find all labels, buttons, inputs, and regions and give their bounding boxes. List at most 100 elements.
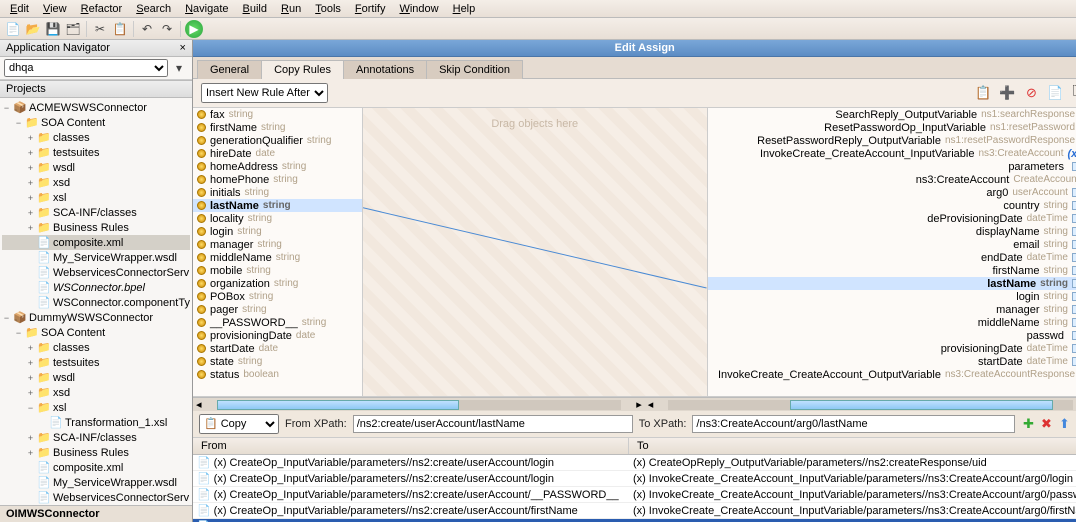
source-node[interactable]: __PASSWORD__ string: [193, 316, 362, 329]
target-node[interactable]: passwd ⊞: [708, 329, 1076, 342]
source-node[interactable]: pager string: [193, 303, 362, 316]
target-node[interactable]: SearchReply_OutputVariable ns1:searchRes…: [708, 108, 1076, 121]
source-node[interactable]: state string: [193, 355, 362, 368]
source-node[interactable]: hireDate date: [193, 147, 362, 160]
rule-row[interactable]: 📄(x)CreateOp_InputVariable/parameters//n…: [193, 487, 1076, 503]
tree-node[interactable]: 📄composite.xml: [2, 460, 190, 475]
rule-row[interactable]: 📄(x)CreateOp_InputVariable/parameters//n…: [193, 503, 1076, 519]
tree-node[interactable]: −📁SOA Content: [2, 115, 190, 130]
tree-node[interactable]: −📦ACMEWSWSConnector: [2, 100, 190, 115]
new-icon[interactable]: 📄: [4, 20, 22, 38]
target-node[interactable]: email string ⊞: [708, 238, 1076, 251]
source-node[interactable]: generationQualifier string: [193, 134, 362, 147]
source-node[interactable]: manager string: [193, 238, 362, 251]
tree-node[interactable]: +📁Business Rules: [2, 445, 190, 460]
source-node[interactable]: locality string: [193, 212, 362, 225]
remove-rule-icon[interactable]: ✖: [1039, 416, 1055, 432]
tab-annotations[interactable]: Annotations: [343, 60, 427, 79]
tree-node[interactable]: +📁wsdl: [2, 370, 190, 385]
tree-node[interactable]: 📄WebservicesConnectorServ: [2, 265, 190, 280]
source-node[interactable]: firstName string: [193, 121, 362, 134]
tool-icon-4[interactable]: 📄: [1047, 84, 1065, 102]
menu-edit[interactable]: Edit: [4, 2, 35, 15]
app-dropdown-icon[interactable]: ▾: [170, 59, 188, 77]
delete-icon[interactable]: ⊘: [1023, 84, 1041, 102]
add-rule-icon[interactable]: ✚: [1021, 416, 1037, 432]
run-icon[interactable]: ▶: [185, 20, 203, 38]
target-node[interactable]: startDate dateTime ⊞: [708, 355, 1076, 368]
source-node[interactable]: status boolean: [193, 368, 362, 381]
tree-node[interactable]: 📄Transformation_1.xsl: [2, 415, 190, 430]
target-node[interactable]: country string ⊞: [708, 199, 1076, 212]
tool-icon-1[interactable]: 📋: [975, 84, 993, 102]
from-xpath-input[interactable]: [353, 415, 633, 433]
tree-node[interactable]: +📁classes: [2, 130, 190, 145]
add-icon[interactable]: ➕: [999, 84, 1017, 102]
tree-node[interactable]: −📁SOA Content: [2, 325, 190, 340]
menu-tools[interactable]: Tools: [309, 2, 347, 15]
target-node[interactable]: endDate dateTime ⊞: [708, 251, 1076, 264]
to-xpath-input[interactable]: [692, 415, 1014, 433]
target-node[interactable]: lastName string ⊞: [708, 277, 1076, 290]
tree-node[interactable]: +📁xsd: [2, 175, 190, 190]
source-node[interactable]: homeAddress string: [193, 160, 362, 173]
target-node[interactable]: middleName string ⊞: [708, 316, 1076, 329]
source-node[interactable]: organization string: [193, 277, 362, 290]
cut-icon[interactable]: ✂: [91, 20, 109, 38]
menu-fortify[interactable]: Fortify: [349, 2, 392, 15]
close-icon[interactable]: ×: [180, 42, 186, 54]
source-node[interactable]: initials string: [193, 186, 362, 199]
tree-node[interactable]: +📁testsuites: [2, 355, 190, 370]
menu-view[interactable]: View: [37, 2, 73, 15]
tree-node[interactable]: +📁testsuites: [2, 145, 190, 160]
tree-node[interactable]: +📁SCA-INF/classes: [2, 430, 190, 445]
target-node[interactable]: ResetPasswordReply_OutputVariable ns1:re…: [708, 134, 1076, 147]
tree-node[interactable]: +📁Business Rules: [2, 220, 190, 235]
target-node[interactable]: ns3:CreateAccount CreateAccount: [708, 173, 1076, 186]
tree-node[interactable]: +📁wsdl: [2, 160, 190, 175]
tree-node[interactable]: 📄My_ServiceWrapper.wsdl: [2, 250, 190, 265]
tab-copy-rules[interactable]: Copy Rules: [261, 60, 344, 79]
application-select[interactable]: dhqa: [4, 59, 168, 77]
target-node[interactable]: InvokeCreate_CreateAccount_InputVariable…: [708, 147, 1076, 160]
tree-node[interactable]: 📄composite.xml: [2, 235, 190, 250]
tree-node[interactable]: +📁SCA-INF/classes: [2, 205, 190, 220]
source-node[interactable]: POBox string: [193, 290, 362, 303]
target-node[interactable]: manager string ⊞: [708, 303, 1076, 316]
target-node[interactable]: displayName string ⊞: [708, 225, 1076, 238]
operation-select[interactable]: 📋 Copy: [199, 414, 279, 434]
tab-skip-condition[interactable]: Skip Condition: [426, 60, 523, 79]
mapper-target-tree[interactable]: SearchReply_OutputVariable ns1:searchRes…: [707, 108, 1076, 396]
source-node[interactable]: middleName string: [193, 251, 362, 264]
tree-node[interactable]: +📁classes: [2, 340, 190, 355]
target-node[interactable]: deProvisioningDate dateTime ⊞: [708, 212, 1076, 225]
mapper-hscroll[interactable]: ◂▸ ◂▸: [193, 397, 1076, 411]
tree-node[interactable]: 📄WSConnector.bpel: [2, 280, 190, 295]
project-tree[interactable]: −📦ACMEWSWSConnector−📁SOA Content+📁classe…: [0, 98, 192, 505]
tree-node[interactable]: +📁xsd: [2, 385, 190, 400]
source-node[interactable]: provisioningDate date: [193, 329, 362, 342]
source-node[interactable]: fax string: [193, 108, 362, 121]
menu-help[interactable]: Help: [447, 2, 482, 15]
mapper-canvas[interactable]: Drag objects here: [363, 108, 707, 396]
source-node[interactable]: startDate date: [193, 342, 362, 355]
tab-general[interactable]: General: [197, 60, 262, 79]
target-node[interactable]: arg0 userAccount ⊟: [708, 186, 1076, 199]
tool-icon-5[interactable]: 🗔: [1071, 84, 1076, 102]
target-node[interactable]: parameters ⊟: [708, 160, 1076, 173]
target-node[interactable]: InvokeCreate_CreateAccount_OutputVariabl…: [708, 368, 1076, 381]
menu-window[interactable]: Window: [393, 2, 444, 15]
menu-navigate[interactable]: Navigate: [179, 2, 234, 15]
source-node[interactable]: lastName string: [193, 199, 362, 212]
menu-build[interactable]: Build: [237, 2, 273, 15]
target-node[interactable]: provisioningDate dateTime ⊞: [708, 342, 1076, 355]
source-node[interactable]: mobile string: [193, 264, 362, 277]
menu-run[interactable]: Run: [275, 2, 307, 15]
move-up-icon[interactable]: ⬆: [1057, 416, 1073, 432]
rule-row[interactable]: 📄(x)CreateOp_InputVariable/parameters//n…: [193, 455, 1076, 471]
insert-rule-select[interactable]: Insert New Rule After: [201, 83, 328, 103]
rules-table[interactable]: From To 📄(x)CreateOp_InputVariable/param…: [193, 438, 1076, 522]
save-icon[interactable]: 💾: [44, 20, 62, 38]
tree-node[interactable]: 📄My_ServiceWrapper.wsdl: [2, 475, 190, 490]
source-node[interactable]: login string: [193, 225, 362, 238]
